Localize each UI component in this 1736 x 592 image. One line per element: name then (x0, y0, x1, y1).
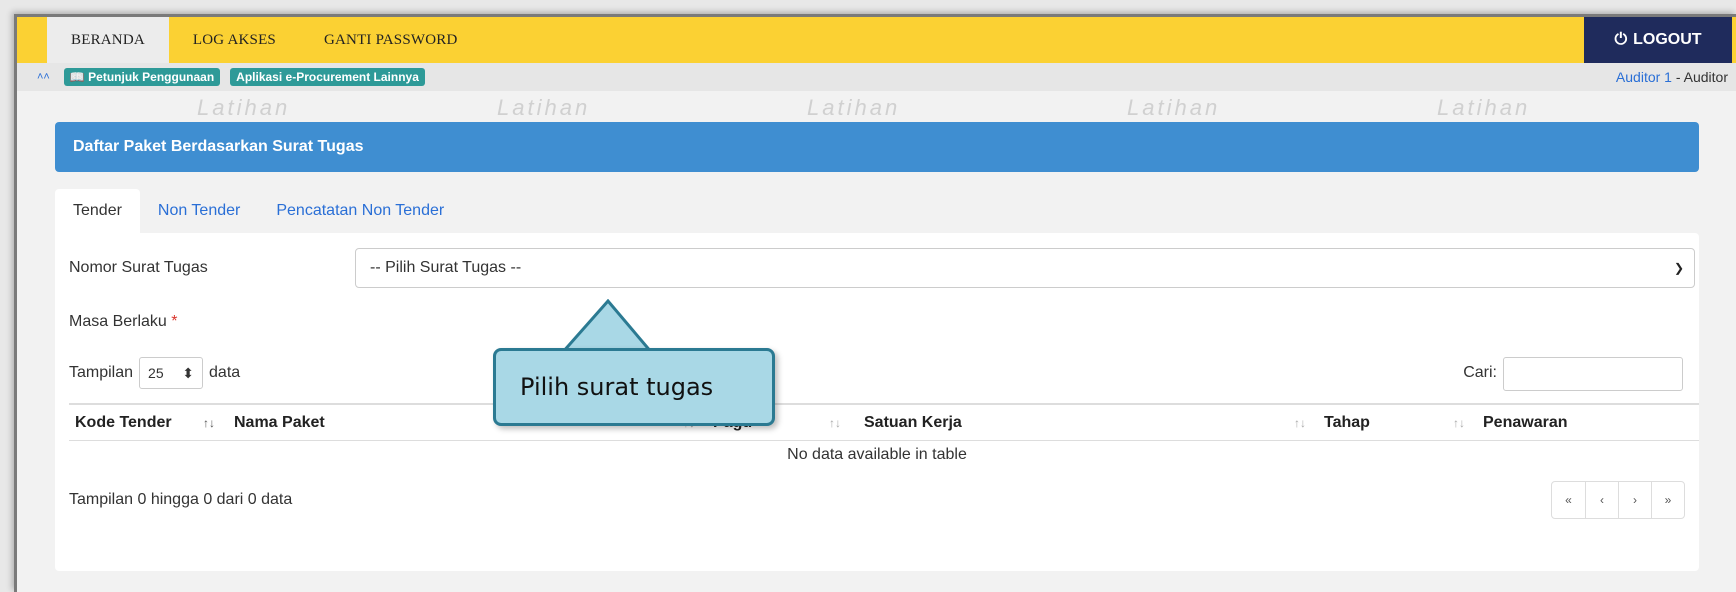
nav-beranda[interactable]: BERANDA (47, 17, 169, 63)
column-header-nama-paket[interactable]: Nama Paket (234, 414, 325, 432)
other-apps-badge-button[interactable]: Aplikasi e-Procurement Lainnya (230, 68, 425, 86)
sort-icon[interactable]: ↑↓ (1453, 416, 1465, 430)
tab-tender[interactable]: Tender (55, 189, 140, 233)
watermark: Latihan (1127, 95, 1221, 120)
content-card: Nomor Surat Tugas -- Pilih Surat Tugas -… (55, 233, 1699, 571)
watermark: Latihan (807, 95, 901, 120)
power-icon: ⏻ (1614, 31, 1628, 48)
page-length-control: Tampilan 25 ⬍ data (69, 357, 240, 389)
guide-badge-button[interactable]: 📖 Petunjuk Penggunaan (63, 68, 221, 86)
callout-text: Pilih surat tugas (520, 373, 714, 401)
required-mark: * (171, 313, 178, 330)
tab-bar: Tender Non Tender Pencatatan Non Tender (55, 189, 462, 233)
surat-tugas-select[interactable]: -- Pilih Surat Tugas -- ❯ (355, 248, 1695, 288)
surat-tugas-label: Nomor Surat Tugas (69, 259, 208, 276)
last-page-button[interactable]: » (1651, 482, 1684, 518)
watermark: Latihan (1437, 95, 1531, 120)
masa-berlaku-text: Masa Berlaku (69, 313, 167, 330)
column-header-satuan-kerja[interactable]: Satuan Kerja (864, 414, 962, 432)
callout-pointer (558, 299, 656, 355)
book-icon: 📖 (69, 70, 85, 84)
logout-button[interactable]: ⏻ LOGOUT (1584, 17, 1732, 63)
watermark: Latihan (197, 95, 291, 120)
tab-non-tender[interactable]: Non Tender (140, 189, 258, 233)
user-info: Auditor 1 - Auditor (1616, 69, 1728, 85)
table-header-row: Kode Tender ↑↓ Nama Paket ↑↓ Pagu ↑↓ Sat… (69, 403, 1699, 441)
search-label: Cari: (1463, 364, 1497, 381)
prev-page-button[interactable]: ‹ (1585, 482, 1618, 518)
table-info: Tampilan 0 hingga 0 dari 0 data (69, 491, 293, 508)
column-header-penawaran[interactable]: Penawaran (1483, 414, 1567, 432)
updown-icon: ⬍ (182, 364, 195, 381)
page-size-select[interactable]: 25 ⬍ (139, 357, 204, 389)
tab-pencatatan-non-tender[interactable]: Pencatatan Non Tender (258, 189, 462, 233)
guide-label: Petunjuk Penggunaan (88, 70, 215, 84)
nav-ganti-password[interactable]: GANTI PASSWORD (300, 17, 482, 63)
pagination: « ‹ › » (1551, 481, 1685, 519)
next-page-button[interactable]: › (1618, 482, 1651, 518)
surat-tugas-selected-value: -- Pilih Surat Tugas -- (370, 259, 522, 276)
collapse-chevron-icon[interactable]: ˄˄ (37, 71, 50, 83)
top-navbar: BERANDA LOG AKSES GANTI PASSWORD ⏻ LOGOU… (17, 17, 1736, 63)
instruction-callout: Pilih surat tugas (493, 348, 775, 426)
sort-icon[interactable]: ↑↓ (1294, 416, 1306, 430)
panel-header: Daftar Paket Berdasarkan Surat Tugas (55, 122, 1699, 172)
user-role: - Auditor (1671, 69, 1728, 85)
app-window: BERANDA LOG AKSES GANTI PASSWORD ⏻ LOGOU… (14, 14, 1736, 592)
empty-table-message: No data available in table (787, 446, 967, 463)
sort-desc-icon[interactable]: ↑↓ (203, 416, 215, 430)
logout-label: LOGOUT (1633, 31, 1702, 48)
info-bar: ˄˄ 📖 Petunjuk Penggunaan Aplikasi e-Proc… (17, 63, 1736, 91)
page-length-suffix: data (209, 364, 241, 382)
watermark: Latihan (497, 95, 591, 120)
column-header-kode-tender[interactable]: Kode Tender (75, 414, 172, 432)
chevron-down-icon: ❯ (1673, 261, 1684, 275)
first-page-button[interactable]: « (1552, 482, 1585, 518)
panel-title: Daftar Paket Berdasarkan Surat Tugas (73, 138, 364, 155)
nav-log-akses[interactable]: LOG AKSES (169, 17, 300, 63)
masa-berlaku-label: Masa Berlaku * (69, 313, 178, 331)
column-header-tahap[interactable]: Tahap (1324, 414, 1370, 432)
sort-icon[interactable]: ↑↓ (829, 416, 841, 430)
page-size-value: 25 (148, 365, 164, 381)
search-input[interactable] (1503, 357, 1683, 391)
user-name-link[interactable]: Auditor 1 (1616, 69, 1672, 85)
page-length-prefix: Tampilan (69, 364, 134, 382)
